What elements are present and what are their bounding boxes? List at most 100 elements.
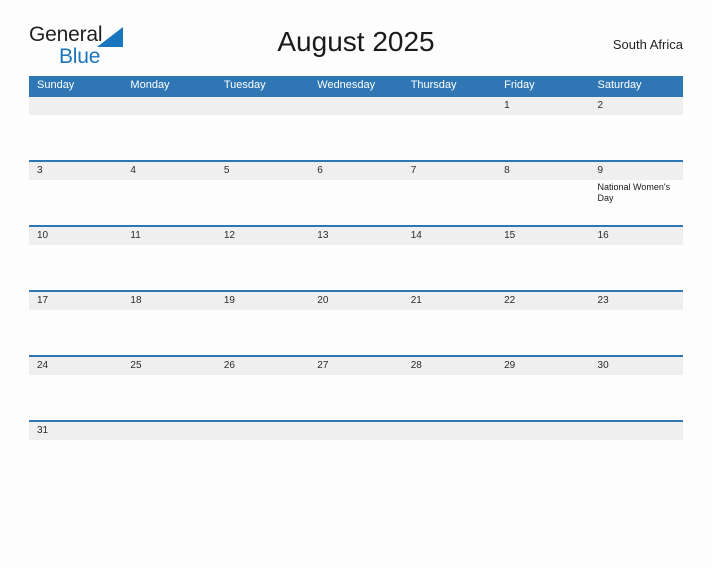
day-number-band: 1 2: [29, 97, 683, 115]
weekday-header-row: Sunday Monday Tuesday Wednesday Thursday…: [29, 76, 683, 95]
day-number[interactable]: 18: [122, 292, 215, 310]
day-number[interactable]: 11: [122, 227, 215, 245]
calendar-week-row: 3 4 5 6 7 8 9 National Women's Day: [29, 160, 683, 225]
day-event[interactable]: [590, 245, 683, 290]
day-number[interactable]: 8: [496, 162, 589, 180]
day-event[interactable]: [309, 310, 402, 355]
day-number[interactable]: 31: [29, 422, 122, 440]
day-event[interactable]: [496, 180, 589, 225]
day-number[interactable]: 4: [122, 162, 215, 180]
day-event-band: [29, 375, 683, 420]
day-number[interactable]: 25: [122, 357, 215, 375]
day-number[interactable]: [403, 422, 496, 440]
day-number[interactable]: 12: [216, 227, 309, 245]
weekday-header-saturday: Saturday: [597, 79, 642, 91]
day-event[interactable]: [496, 310, 589, 355]
day-event[interactable]: [403, 375, 496, 420]
day-event[interactable]: [403, 245, 496, 290]
day-number[interactable]: [216, 97, 309, 115]
day-event[interactable]: [590, 310, 683, 355]
day-number[interactable]: 28: [403, 357, 496, 375]
day-number[interactable]: 16: [590, 227, 683, 245]
day-event[interactable]: [309, 115, 402, 160]
day-number[interactable]: [403, 97, 496, 115]
day-number[interactable]: 26: [216, 357, 309, 375]
day-number[interactable]: 24: [29, 357, 122, 375]
day-number[interactable]: 23: [590, 292, 683, 310]
day-number[interactable]: 20: [309, 292, 402, 310]
weekday-header-thursday: Thursday: [410, 79, 457, 91]
day-number-band: 24 25 26 27 28 29 30: [29, 357, 683, 375]
day-event[interactable]: [309, 245, 402, 290]
day-event[interactable]: [29, 115, 122, 160]
page-header: General Blue August 2025 South Africa: [29, 18, 683, 76]
day-event[interactable]: [590, 375, 683, 420]
day-number[interactable]: 22: [496, 292, 589, 310]
day-number[interactable]: [590, 422, 683, 440]
day-number[interactable]: [309, 97, 402, 115]
day-number[interactable]: 9: [590, 162, 683, 180]
day-event[interactable]: [496, 115, 589, 160]
day-event[interactable]: [29, 245, 122, 290]
calendar-page: General Blue August 2025 South Africa Su…: [0, 18, 712, 568]
day-event[interactable]: [216, 310, 309, 355]
day-event[interactable]: [122, 375, 215, 420]
day-number[interactable]: [216, 422, 309, 440]
day-event[interactable]: [309, 180, 402, 225]
weekday-header-tuesday: Tuesday: [223, 79, 266, 91]
day-number-band: 31: [29, 422, 683, 440]
day-number[interactable]: 13: [309, 227, 402, 245]
weekday-header-sunday: Sunday: [37, 79, 75, 91]
day-event[interactable]: [122, 180, 215, 225]
day-number[interactable]: 21: [403, 292, 496, 310]
day-number[interactable]: 27: [309, 357, 402, 375]
day-event[interactable]: [403, 310, 496, 355]
day-number[interactable]: 5: [216, 162, 309, 180]
day-number[interactable]: 3: [29, 162, 122, 180]
day-event[interactable]: [403, 115, 496, 160]
day-event-band: [29, 245, 683, 290]
day-event-band: National Women's Day: [29, 180, 683, 225]
day-event[interactable]: [122, 245, 215, 290]
calendar-week-row: 17 18 19 20 21 22 23: [29, 290, 683, 355]
day-number[interactable]: 6: [309, 162, 402, 180]
day-event[interactable]: [216, 115, 309, 160]
day-event[interactable]: [29, 375, 122, 420]
day-number[interactable]: [122, 97, 215, 115]
calendar-week-row: 10 11 12 13 14 15 16: [29, 225, 683, 290]
weekday-header-friday: Friday: [504, 79, 535, 91]
calendar-week-row: 24 25 26 27 28 29 30: [29, 355, 683, 420]
day-event[interactable]: [403, 180, 496, 225]
day-number[interactable]: 1: [496, 97, 589, 115]
day-number[interactable]: 17: [29, 292, 122, 310]
day-number[interactable]: 19: [216, 292, 309, 310]
day-number-band: 3 4 5 6 7 8 9: [29, 162, 683, 180]
day-number[interactable]: [309, 422, 402, 440]
day-event[interactable]: National Women's Day: [590, 180, 683, 225]
day-event[interactable]: [309, 375, 402, 420]
weekday-header-monday: Monday: [130, 79, 170, 91]
day-event[interactable]: [216, 375, 309, 420]
day-number[interactable]: 29: [496, 357, 589, 375]
day-number[interactable]: [29, 97, 122, 115]
day-number[interactable]: 10: [29, 227, 122, 245]
day-number-band: 10 11 12 13 14 15 16: [29, 227, 683, 245]
day-number[interactable]: [122, 422, 215, 440]
day-event[interactable]: [216, 180, 309, 225]
day-number[interactable]: 2: [590, 97, 683, 115]
day-event-band: [29, 310, 683, 355]
day-event[interactable]: [29, 310, 122, 355]
day-event[interactable]: [496, 245, 589, 290]
day-event[interactable]: [496, 375, 589, 420]
day-number[interactable]: [496, 422, 589, 440]
day-event[interactable]: [122, 115, 215, 160]
day-event[interactable]: [590, 115, 683, 160]
day-number[interactable]: 14: [403, 227, 496, 245]
day-event[interactable]: [29, 180, 122, 225]
day-event[interactable]: [216, 245, 309, 290]
day-number-band: 17 18 19 20 21 22 23: [29, 292, 683, 310]
day-event[interactable]: [122, 310, 215, 355]
day-number[interactable]: 15: [496, 227, 589, 245]
day-number[interactable]: 30: [590, 357, 683, 375]
day-number[interactable]: 7: [403, 162, 496, 180]
